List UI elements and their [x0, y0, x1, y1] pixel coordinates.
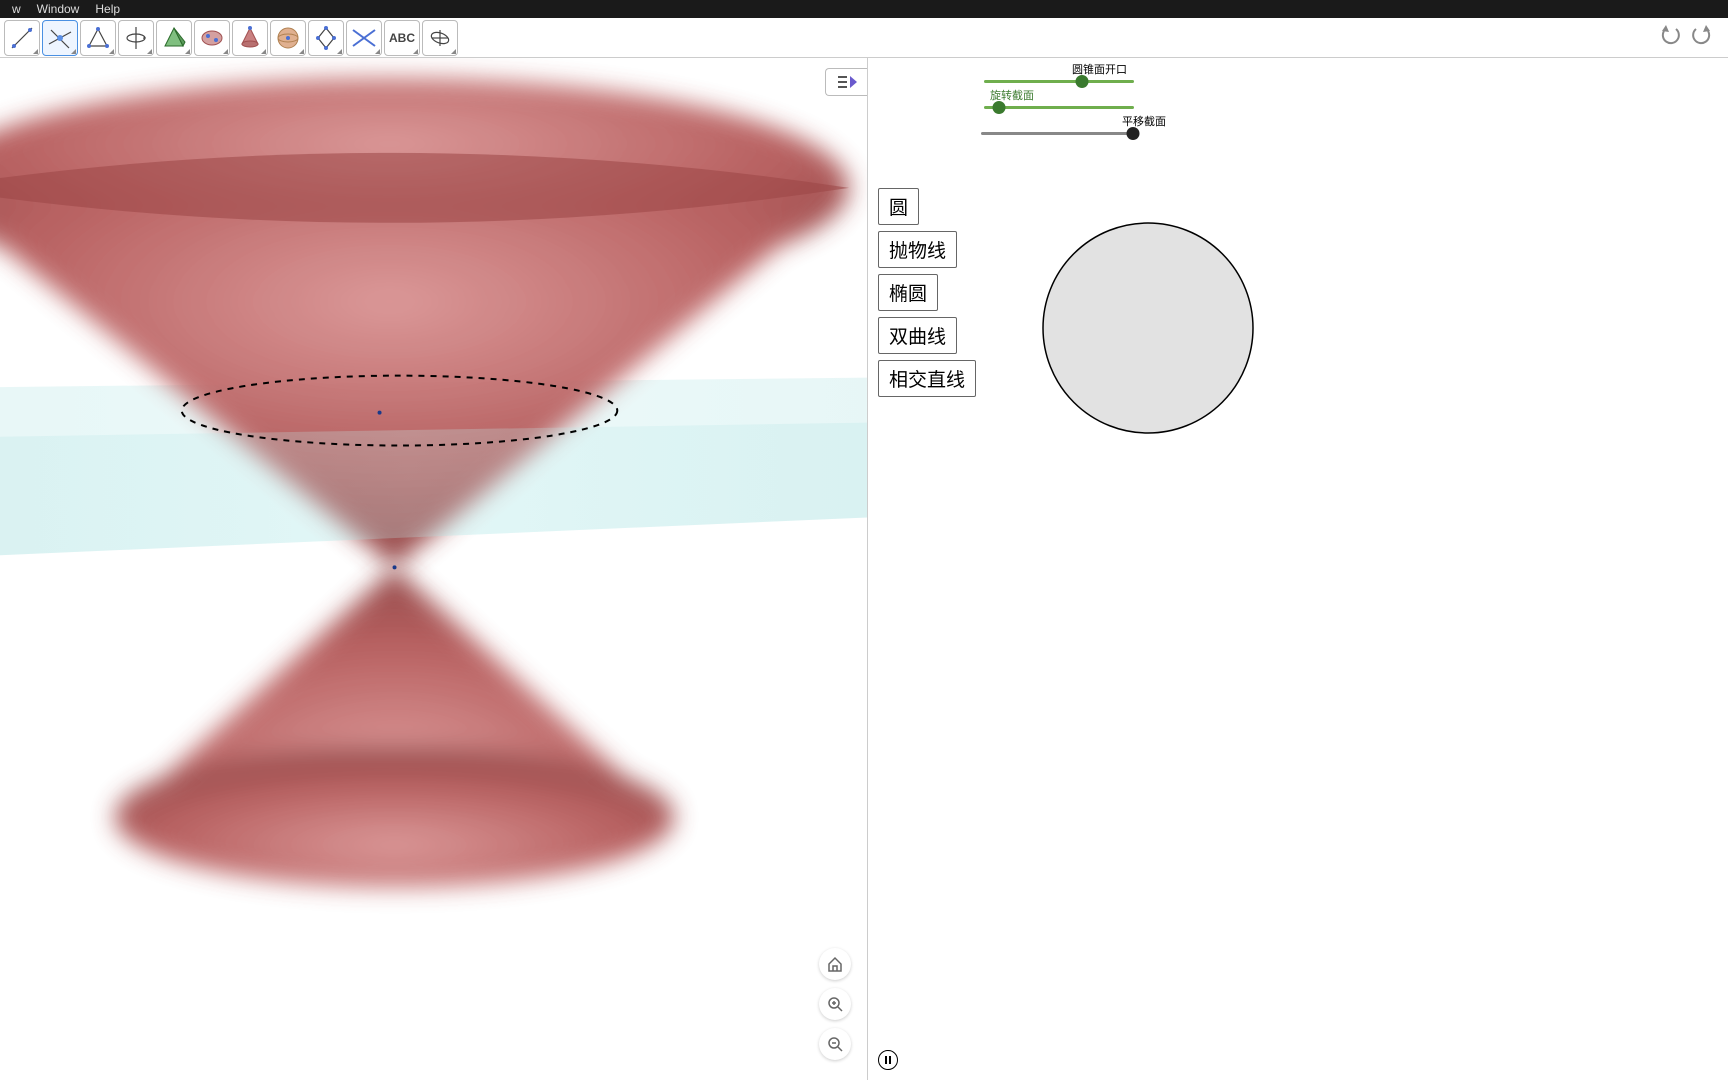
undo-redo-group: [1656, 21, 1724, 54]
tool-net[interactable]: [308, 20, 344, 56]
tool-sphere[interactable]: [194, 20, 230, 56]
chevron-down-icon: [299, 49, 304, 54]
tool-move3d[interactable]: [4, 20, 40, 56]
chevron-down-icon: [71, 49, 76, 54]
btn-hyperbola[interactable]: 双曲线: [878, 317, 957, 354]
zoom-out-button[interactable]: [819, 1028, 851, 1060]
toggle-panel-button[interactable]: [825, 68, 867, 96]
home-view-button[interactable]: [819, 948, 851, 980]
tool-sphere-center[interactable]: [270, 20, 306, 56]
tool-cone[interactable]: [232, 20, 268, 56]
2d-graphics-view[interactable]: 圆锥面开口 旋转截面 平移截面 圆 抛物线 椭圆 双曲线 相交直线: [868, 58, 1728, 1080]
3d-scene: [0, 58, 867, 1079]
panel-toggle-icon: [835, 72, 859, 92]
chevron-down-icon: [147, 49, 152, 54]
pause-button[interactable]: [878, 1050, 898, 1070]
cross-section-shape: [1038, 218, 1258, 438]
sliders-group: 圆锥面开口 旋转截面 平移截面: [924, 62, 1224, 140]
menu-bar: w Window Help: [0, 0, 1728, 18]
3d-graphics-view[interactable]: [0, 58, 868, 1080]
undo-button[interactable]: [1656, 21, 1684, 54]
tool-rotate-view[interactable]: [422, 20, 458, 56]
tool-rotate-axis[interactable]: [118, 20, 154, 56]
home-icon: [826, 955, 844, 973]
chevron-down-icon: [413, 49, 418, 54]
btn-circle[interactable]: 圆: [878, 188, 919, 225]
slider-cone-aperture[interactable]: 圆锥面开口: [924, 62, 1224, 86]
menu-window[interactable]: Window: [29, 2, 88, 16]
tool-intersect-curves[interactable]: [346, 20, 382, 56]
text-tool-label: ABC: [389, 31, 415, 45]
menu-w[interactable]: w: [4, 2, 29, 16]
btn-ellipse[interactable]: 椭圆: [878, 274, 938, 311]
chevron-down-icon: [261, 49, 266, 54]
workspace: 圆锥面开口 旋转截面 平移截面 圆 抛物线 椭圆 双曲线 相交直线: [0, 58, 1728, 1080]
slider-translate-section[interactable]: 平移截面: [924, 114, 1224, 138]
zoom-in-icon: [826, 995, 844, 1013]
zoom-in-button[interactable]: [819, 988, 851, 1020]
tool-plane3pts[interactable]: [80, 20, 116, 56]
tool-pyramid[interactable]: [156, 20, 192, 56]
btn-lines[interactable]: 相交直线: [878, 360, 976, 397]
toolbar: ABC: [0, 18, 1728, 58]
chevron-down-icon: [109, 49, 114, 54]
chevron-down-icon: [33, 49, 38, 54]
pause-icon: [885, 1056, 891, 1064]
chevron-down-icon: [451, 49, 456, 54]
tool-intersect[interactable]: [42, 20, 78, 56]
redo-button[interactable]: [1688, 21, 1716, 54]
chevron-down-icon: [375, 49, 380, 54]
slider-rotate-section[interactable]: 旋转截面: [924, 88, 1224, 112]
chevron-down-icon: [337, 49, 342, 54]
tool-text[interactable]: ABC: [384, 20, 420, 56]
3d-view-controls: [819, 948, 851, 1060]
btn-parabola[interactable]: 抛物线: [878, 231, 957, 268]
zoom-out-icon: [826, 1035, 844, 1053]
chevron-down-icon: [223, 49, 228, 54]
chevron-down-icon: [185, 49, 190, 54]
slider-label: 平移截面: [1122, 113, 1166, 129]
section-buttons: 圆 抛物线 椭圆 双曲线 相交直线: [878, 188, 976, 397]
menu-help[interactable]: Help: [87, 2, 128, 16]
